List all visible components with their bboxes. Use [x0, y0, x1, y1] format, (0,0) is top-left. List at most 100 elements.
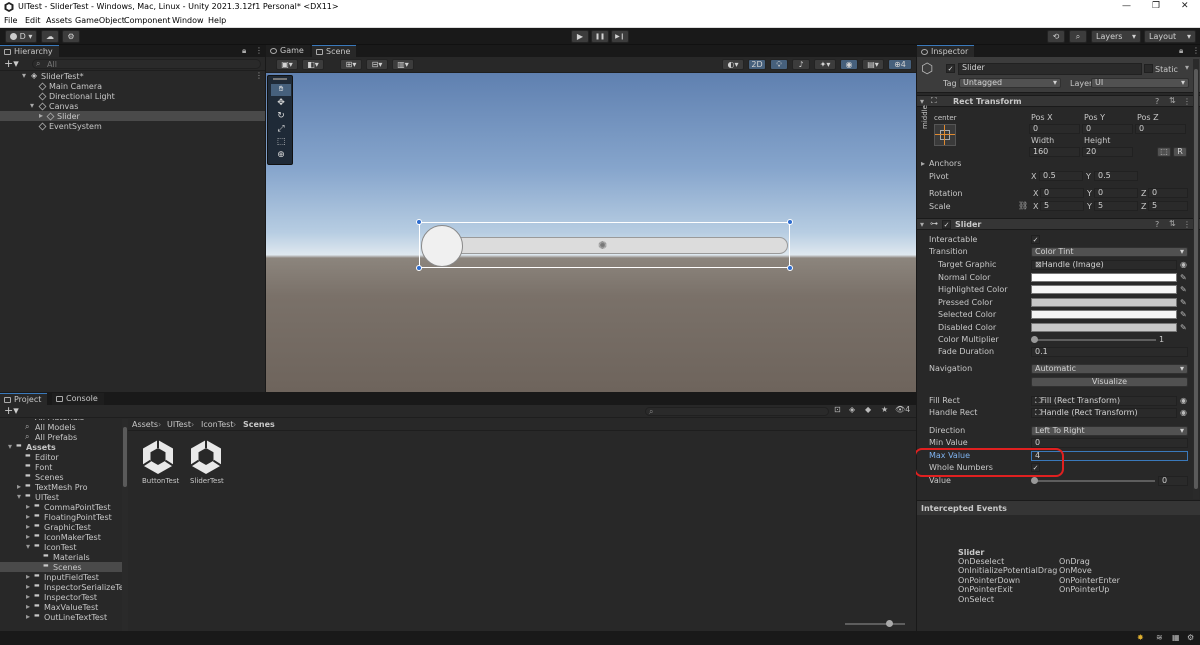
help-icon[interactable]: ? [1155, 97, 1159, 106]
chevron-down-icon[interactable]: ▾ [920, 220, 924, 229]
link-icon[interactable]: ⛓ [1018, 201, 1028, 210]
chevron-down-icon[interactable]: ▾ [8, 442, 12, 451]
blueprint-button[interactable]: ⬚ [1157, 147, 1171, 157]
project-tree-item[interactable]: ▸ ▬ OutLineTextTest [0, 612, 122, 622]
width-field[interactable]: 160 [1029, 147, 1080, 157]
render-mode-dropdown[interactable]: ◧▾ [302, 59, 324, 70]
hierarchy-item-slider[interactable]: ▸ Slider [0, 111, 265, 121]
object-name-field[interactable]: Slider [958, 63, 1142, 75]
breadcrumb-item[interactable]: Assets [132, 420, 158, 429]
pivot-x-field[interactable]: 0.5 [1039, 171, 1083, 181]
project-tree-item[interactable]: ▬ Materials [0, 552, 122, 562]
rot-y-field[interactable]: 0 [1094, 188, 1138, 198]
static-checkbox[interactable] [1144, 64, 1153, 73]
chevron-right-icon[interactable]: ▸ [17, 482, 21, 491]
draw-mode-dropdown[interactable]: ▣▾ [276, 59, 298, 70]
project-tree-item[interactable]: ▾ ▬ IconTest [0, 542, 122, 552]
rotate-tool-icon[interactable]: ↻ [271, 111, 291, 123]
active-checkbox[interactable]: ✓ [946, 64, 955, 73]
eyedropper-icon[interactable]: ✎ [1180, 323, 1187, 332]
snap-dropdown[interactable]: ⊟▾ [366, 59, 388, 70]
asset-item-slidertest[interactable]: SliderTest [189, 439, 225, 487]
project-tree-item[interactable]: ▸ ▬ TextMesh Pro [0, 482, 122, 492]
pressed-color-swatch[interactable] [1031, 298, 1177, 307]
inspector-scrollbar-thumb[interactable] [1194, 69, 1198, 489]
transition-dropdown[interactable]: Color Tint ▾ [1031, 247, 1188, 257]
layout-dropdown[interactable]: Layout ▾ [1144, 30, 1196, 43]
hidden-packages-icon[interactable]: 👁︎4 [895, 405, 910, 414]
scale-tool-icon[interactable]: ⤢ [271, 124, 291, 136]
breadcrumb-item[interactable]: UITest [167, 420, 191, 429]
icon-size-slider-thumb[interactable] [886, 620, 893, 627]
camera-dropdown[interactable]: ◐▾ [722, 59, 744, 70]
project-tree-item[interactable]: ▸ ▬ InspectorSerializeTest [0, 582, 122, 592]
chevron-right-icon[interactable]: ▸ [26, 592, 30, 601]
target-graphic-field[interactable]: ⊠Handle (Image) [1031, 260, 1177, 270]
object-picker-icon[interactable]: ◉ [1180, 260, 1187, 269]
hierarchy-item-directional-light[interactable]: Directional Light [0, 91, 265, 101]
chevron-right-icon[interactable]: ▸ [921, 159, 925, 168]
rect-tool-icon[interactable]: ⬚ [271, 137, 291, 149]
object-picker-icon[interactable]: ◉ [1180, 408, 1187, 417]
project-tree-item[interactable]: ▸ ▬ FloatingPointTest [0, 512, 122, 522]
menu-help[interactable]: Help [208, 16, 226, 25]
more-icon[interactable]: ⋮ [1183, 97, 1191, 106]
project-tree-item[interactable]: ▸ ▬ MaxValueTest [0, 602, 122, 612]
eyedropper-icon[interactable]: ✎ [1180, 310, 1187, 319]
tag-dropdown[interactable]: Untagged ▾ [959, 78, 1061, 88]
more-icon[interactable]: ⋮ [1192, 46, 1200, 55]
breadcrumb-item[interactable]: Scenes [243, 420, 275, 429]
project-tree-item[interactable]: ▸ ▬ InputFieldTest [0, 572, 122, 582]
audio-button[interactable]: ♪ [792, 59, 810, 70]
slider-enabled-checkbox[interactable]: ✓ [942, 220, 951, 229]
tab-console[interactable]: Console [52, 393, 104, 405]
project-tree-item[interactable]: ▬ Scenes [0, 472, 122, 482]
more-icon[interactable]: ⋮ [255, 46, 263, 55]
asset-item-buttontest[interactable]: ButtonTest [141, 439, 179, 487]
interactable-checkbox[interactable]: ✓ [1031, 235, 1040, 244]
visibility-button[interactable]: ◉ [840, 59, 858, 70]
value-slider-thumb[interactable] [1031, 477, 1038, 484]
project-tree-item[interactable]: ▬ Editor [0, 452, 122, 462]
selected-color-swatch[interactable] [1031, 310, 1177, 319]
move-tool-icon[interactable]: ✥ [271, 98, 291, 110]
tag-icon[interactable]: ◆ [865, 405, 871, 414]
maximize-button[interactable]: ❐ [1152, 1, 1160, 11]
value-slider-track[interactable] [1034, 480, 1155, 482]
project-tree-item[interactable]: ▸ ▬ CommaPointTest [0, 502, 122, 512]
search-button[interactable]: ⌕ [1069, 30, 1087, 43]
transform-tool-icon[interactable]: ⊕ [271, 150, 291, 162]
cache-server-icon[interactable]: ≋ [1156, 633, 1163, 642]
chevron-right-icon[interactable]: ▸ [26, 602, 30, 611]
project-tree-item[interactable]: ▾ ▬ Assets [0, 442, 122, 452]
chevron-right-icon[interactable]: ▸ [26, 522, 30, 531]
pivot-icon[interactable]: ✺ [598, 239, 607, 252]
lock-icon[interactable]: 🔒︎ [242, 46, 246, 56]
menu-file[interactable]: File [4, 16, 17, 25]
menu-edit[interactable]: Edit [25, 16, 41, 25]
preset-icon[interactable]: ⇅ [1169, 219, 1176, 228]
create-button[interactable]: +▾ [4, 57, 19, 70]
tab-game[interactable]: Game [266, 45, 310, 57]
chevron-right-icon[interactable]: ▸ [26, 582, 30, 591]
preset-icon[interactable]: ⇅ [1169, 96, 1176, 105]
tools-dropdown[interactable]: ▤▾ [862, 59, 884, 70]
pos-y-field[interactable]: 0 [1082, 124, 1133, 134]
tree-scrollbar[interactable] [122, 419, 128, 631]
layer-dropdown[interactable]: UI ▾ [1091, 78, 1189, 88]
project-tree-item[interactable]: ▸ ▬ GraphicTest [0, 522, 122, 532]
layers-dropdown[interactable]: Layers ▾ [1091, 30, 1141, 43]
min-value-field[interactable]: 0 [1031, 438, 1188, 448]
normal-color-swatch[interactable] [1031, 273, 1177, 282]
rect-handle-bottom-left[interactable] [416, 265, 422, 271]
anchors-row[interactable]: ▸ Anchors [917, 158, 1200, 170]
project-tree-item[interactable]: ⌕ All Models [0, 422, 122, 432]
grid-snap-dropdown[interactable]: ⊞▾ [340, 59, 362, 70]
eyedropper-icon[interactable]: ✎ [1180, 298, 1187, 307]
play-button[interactable]: ▶ [571, 30, 589, 43]
more-icon[interactable]: ⋮ [1183, 220, 1191, 229]
project-search-input[interactable]: ⌕ [645, 407, 829, 416]
lighting-button[interactable]: 💡︎ [770, 59, 788, 70]
pause-button[interactable]: ❚❚ [591, 30, 609, 43]
hierarchy-item-canvas[interactable]: ▾ Canvas [0, 101, 265, 111]
